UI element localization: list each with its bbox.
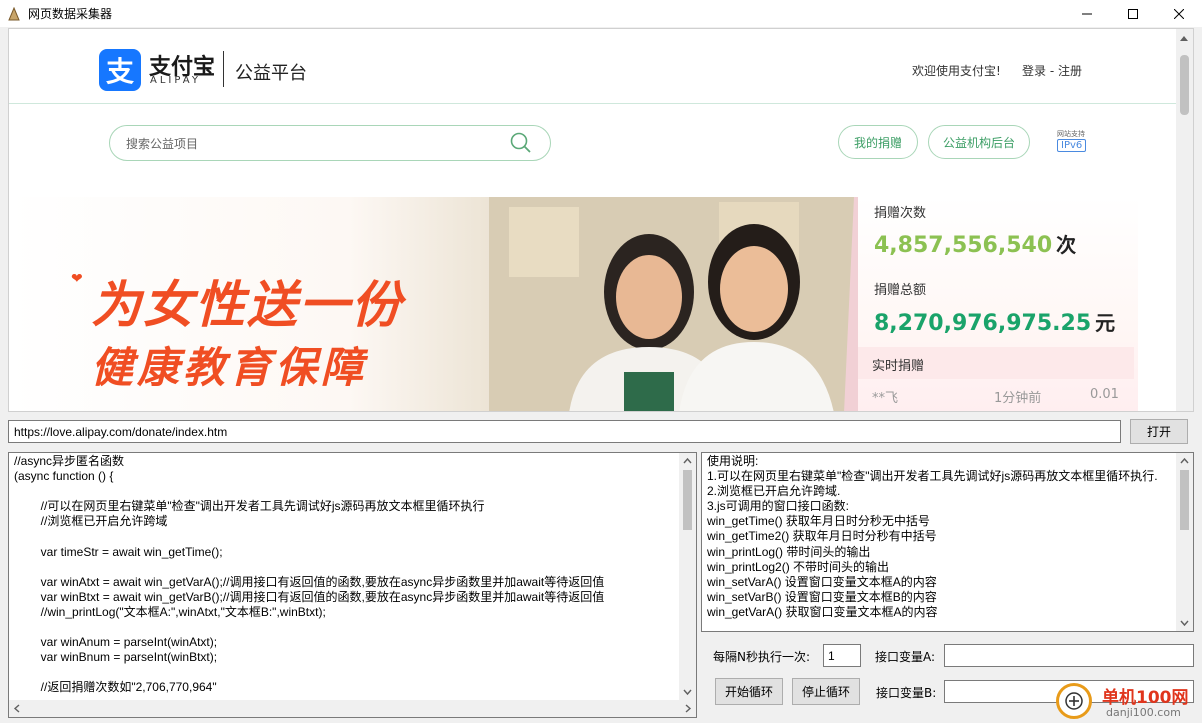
logo-mark: 支 (105, 55, 134, 88)
scroll-thumb[interactable] (1180, 55, 1189, 115)
editor-scrollbar-horizontal[interactable] (9, 700, 696, 717)
maximize-button[interactable] (1110, 0, 1156, 27)
banner-headline: 为女性送一份 (91, 276, 403, 334)
search-icon[interactable] (510, 132, 532, 154)
minimize-button[interactable] (1064, 0, 1110, 27)
close-button[interactable] (1156, 0, 1202, 27)
login-register-link[interactable]: 登录 - 注册 (1022, 62, 1082, 79)
donation-count-number: 4,857,556,540 (874, 233, 1053, 258)
site-section-title: 公益平台 (235, 63, 307, 84)
help-text-box[interactable]: 使用说明: 1.可以在网页里右键菜单"检查"调出开发者工具先调试好js源码再放文本… (701, 452, 1194, 632)
scroll-thumb[interactable] (683, 470, 692, 530)
help-line: 2.浏览框已开启允许跨域. (707, 484, 841, 499)
scroll-left-icon[interactable] (9, 700, 26, 717)
help-line: win_getTime2() 获取年月日时分秒有中括号 (707, 529, 937, 544)
help-line: win_setVarA() 设置窗口变量文本框A的内容 (707, 574, 937, 589)
help-line: win_getTime() 获取年月日时分秒无中括号 (707, 514, 930, 529)
help-line: win_printLog() 带时间头的输出 (707, 544, 871, 559)
editor-scrollbar-vertical[interactable] (679, 453, 696, 700)
watermark-text: 单机100网 (1102, 688, 1189, 708)
scroll-up-icon[interactable] (1176, 453, 1193, 470)
interval-input[interactable] (823, 644, 861, 667)
heart-icon: ❤ (71, 271, 83, 287)
help-line: 使用说明: (707, 454, 759, 468)
scroll-up-icon[interactable] (1180, 36, 1188, 41)
donation-amount-unit: 元 (1095, 311, 1116, 335)
donation-count-label: 捐赠次数 (874, 206, 927, 221)
donation-amount-number: 8,270,976,975.25 (874, 311, 1092, 336)
help-lines: 使用说明: 1.可以在网页里右键菜单"检查"调出开发者工具先调试好js源码再放文本… (707, 454, 1167, 620)
script-text[interactable]: //async异步匿名函数 (async function () { //可以在… (14, 454, 604, 696)
org-backend-button[interactable]: 公益机构后台 (928, 125, 1030, 159)
app-icon (8, 6, 20, 20)
help-line: win_getVarA() 获取窗口变量文本框A的内容 (707, 604, 938, 619)
donation-amount-value: 8,270,976,975.25 元 (874, 307, 1115, 336)
script-editor[interactable]: //async异步匿名函数 (async function () { //可以在… (8, 452, 697, 718)
banner-subheadline: 健康教育保障 (91, 343, 368, 392)
scroll-thumb[interactable] (1180, 470, 1189, 530)
interval-label: 每隔N秒执行一次: (713, 650, 811, 664)
welcome-text: 欢迎使用支付宝! (912, 64, 1001, 78)
promo-banner[interactable]: ❤ 为女性送一份 健康教育保障 (9, 197, 858, 411)
search-box[interactable] (109, 125, 551, 161)
open-button[interactable]: 打开 (1130, 419, 1188, 444)
scroll-down-icon[interactable] (679, 683, 696, 700)
realtime-title: 实时捐赠 (872, 359, 925, 374)
logo-divider (223, 51, 224, 87)
start-loop-button[interactable]: 开始循环 (715, 678, 783, 705)
alipay-logo-icon[interactable]: 支 (99, 49, 141, 91)
banner-photo (489, 197, 858, 411)
donation-count-value: 4,857,556,540 次 (874, 229, 1076, 258)
donation-time: 1分钟前 (994, 391, 1042, 406)
watermark-logo-icon (1056, 683, 1092, 719)
browser-scrollbar[interactable] (1176, 29, 1193, 411)
window-title: 网页数据采集器 (28, 7, 113, 21)
my-donation-button[interactable]: 我的捐赠 (838, 125, 918, 159)
stop-loop-button[interactable]: 停止循环 (792, 678, 860, 705)
ipv6-caption: 网站支持 (1057, 130, 1085, 138)
logo-subtitle: ALIPAY (150, 75, 201, 86)
ipv6-badge: IPv6 (1057, 139, 1087, 152)
title-bar: 网页数据采集器 (0, 0, 1202, 27)
maximize-icon (1128, 8, 1138, 19)
var-b-label: 接口变量B: (876, 686, 937, 700)
var-a-label: 接口变量A: (875, 650, 936, 664)
scroll-down-icon[interactable] (1176, 614, 1193, 631)
site-header: 支 支付宝 ALIPAY 公益平台 欢迎使用支付宝! 登录 - 注册 (9, 29, 1178, 104)
site-watermark: 单机100网 danji100.com (1056, 683, 1202, 723)
donor-name: **飞 (872, 391, 899, 406)
help-line: 1.可以在网页里右键菜单"检查"调出开发者工具先调试好js源码再放文本框里循环执… (707, 469, 1158, 484)
donation-count-unit: 次 (1056, 233, 1077, 257)
browser-view[interactable]: 支 支付宝 ALIPAY 公益平台 欢迎使用支付宝! 登录 - 注册 我的捐赠 … (8, 28, 1194, 412)
url-input[interactable] (8, 420, 1121, 443)
stats-panel: 捐赠次数 4,857,556,540 次 捐赠总额 8,270,976,975.2… (858, 197, 1138, 411)
donation-amount: 0.01 (1090, 387, 1119, 402)
help-line: win_printLog2() 不带时间头的输出 (707, 559, 890, 574)
minimize-icon (1082, 13, 1092, 14)
help-line: win_setVarB() 设置窗口变量文本框B的内容 (707, 589, 937, 604)
scroll-right-icon[interactable] (679, 700, 696, 717)
scroll-up-icon[interactable] (679, 453, 696, 470)
close-icon (1174, 8, 1184, 19)
help-scrollbar-vertical[interactable] (1176, 453, 1193, 631)
var-a-input[interactable] (944, 644, 1194, 667)
plus-icon (1065, 692, 1083, 710)
search-input[interactable] (126, 134, 506, 154)
watermark-url: danji100.com (1106, 706, 1181, 719)
help-line: 3.js可调用的窗口接口函数: (707, 499, 850, 514)
donation-amount-label: 捐赠总额 (874, 283, 927, 298)
realtime-header: 实时捐赠 (858, 347, 1134, 379)
